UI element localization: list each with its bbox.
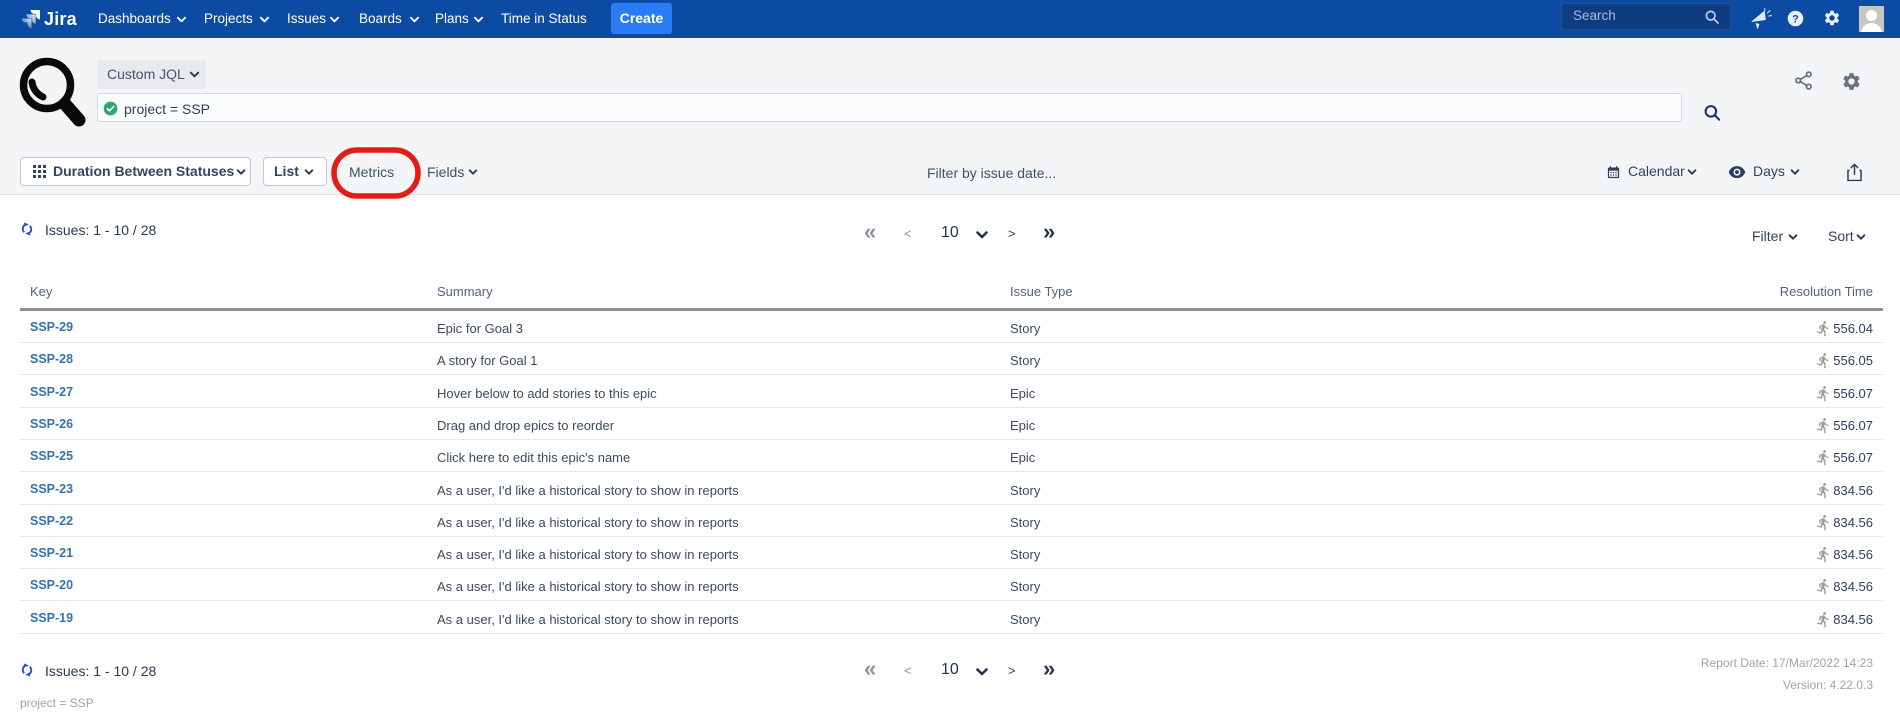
svg-text:?: ? [1792,13,1799,25]
